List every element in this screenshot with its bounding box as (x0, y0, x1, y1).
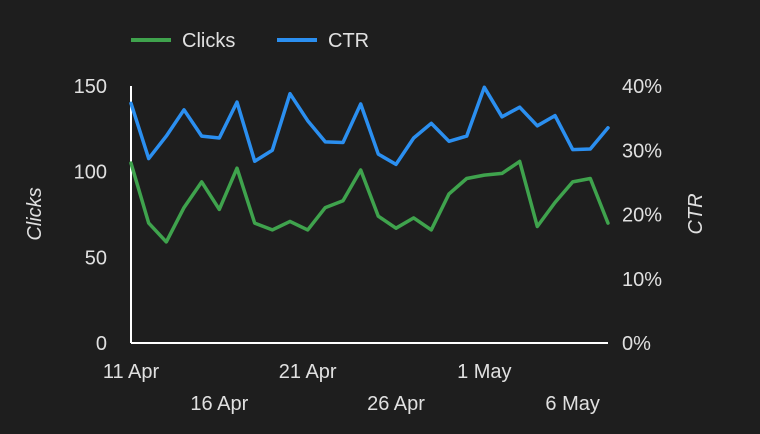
x-tick-label: 11 Apr (103, 361, 160, 383)
y-left-axis-title: Clicks (24, 187, 46, 240)
y-right-tick-label: 20% (622, 205, 662, 227)
legend-label-ctr: CTR (328, 30, 369, 52)
x-tick-label: 6 May (545, 393, 599, 415)
y-right-tick-label: 0% (622, 333, 651, 355)
y-left-tick-label: 0 (96, 333, 107, 355)
series-line-clicks (129, 159, 610, 244)
legend-label-clicks: Clicks (182, 30, 235, 52)
line-chart: Clicks CTR 0501001500%10%20%30%40%Clicks C… (24, 30, 707, 415)
series-line-ctr (129, 85, 610, 167)
series-lines (129, 85, 610, 244)
legend: Clicks CTR (131, 30, 369, 52)
x-tick-label: 16 Apr (190, 393, 248, 415)
y-left-tick-label: 50 (85, 247, 107, 269)
chart-container: Clicks CTR 0 50 100 150 0% 10% 20% 30% 40% Clicks C… (0, 0, 760, 434)
x-tick-label: 21 Apr (279, 361, 337, 383)
x-tick-label: 1 May (457, 361, 511, 383)
y-right-tick-label: 10% (622, 269, 662, 291)
y-right-axis-title: CTR (685, 193, 707, 234)
x-tick-label: 26 Apr (367, 393, 425, 415)
y-right-tick-label: 40% (622, 76, 662, 98)
y-right-tick-label: 30% (622, 140, 662, 162)
axes: 0 50 100 150 0% 10% 20% 30% 40% Clicks CTR 11 Apr 16… (24, 76, 707, 415)
y-left-tick-label: 100 (74, 162, 107, 184)
y-left-tick-label: 150 (74, 76, 107, 98)
